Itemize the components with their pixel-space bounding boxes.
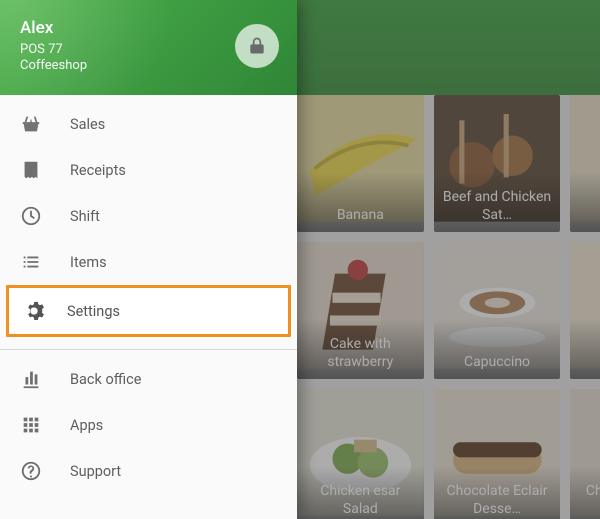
nav-label: Back office bbox=[70, 371, 141, 388]
nav-label: Sales bbox=[70, 116, 105, 133]
nav-item-back-office[interactable]: Back office bbox=[0, 356, 297, 402]
nav-label: Shift bbox=[70, 208, 100, 225]
nav-label: Items bbox=[70, 254, 107, 271]
nav-item-support[interactable]: Support bbox=[0, 448, 297, 494]
nav-item-shift[interactable]: Shift bbox=[0, 193, 297, 239]
drawer-menu: Sales Receipts Shift Items bbox=[0, 95, 297, 519]
nav-label: Support bbox=[70, 463, 121, 480]
nav-item-settings[interactable]: Settings bbox=[9, 288, 288, 334]
nav-item-items[interactable]: Items bbox=[0, 239, 297, 285]
nav-item-receipts[interactable]: Receipts bbox=[0, 147, 297, 193]
drawer-header: Alex POS 77 Coffeeshop bbox=[0, 0, 297, 95]
receipt-icon bbox=[20, 159, 42, 181]
divider bbox=[0, 349, 297, 350]
basket-icon bbox=[20, 113, 42, 135]
nav-label: Receipts bbox=[70, 162, 126, 179]
chart-icon bbox=[20, 368, 42, 390]
clock-icon bbox=[20, 205, 42, 227]
lock-icon bbox=[247, 36, 267, 56]
header-store: Coffeeshop bbox=[20, 58, 277, 73]
nav-item-sales[interactable]: Sales bbox=[0, 101, 297, 147]
nav-label: Settings bbox=[67, 303, 120, 320]
nav-item-apps[interactable]: Apps bbox=[0, 402, 297, 448]
lock-button[interactable] bbox=[235, 24, 279, 68]
nav-label: Apps bbox=[70, 417, 103, 434]
list-icon bbox=[20, 251, 42, 273]
navigation-drawer: Alex POS 77 Coffeeshop Sales R bbox=[0, 0, 297, 519]
help-icon bbox=[20, 460, 42, 482]
gear-icon bbox=[23, 300, 45, 322]
nav-item-settings-selected: Settings bbox=[6, 285, 291, 337]
apps-icon bbox=[20, 414, 42, 436]
